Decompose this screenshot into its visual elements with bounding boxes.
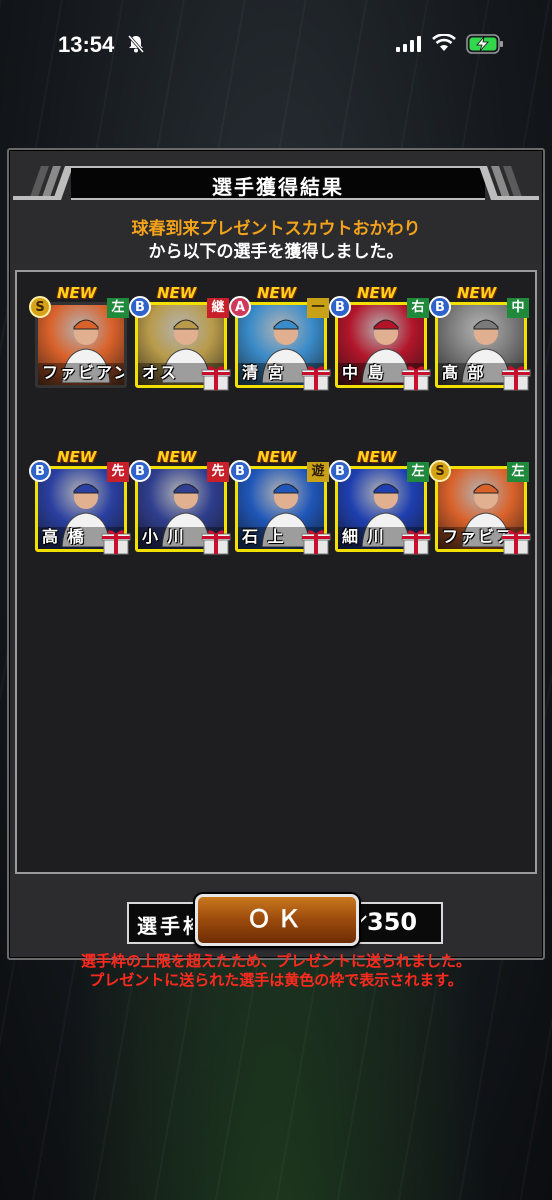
- scout-name: 球春到来プレゼントスカウトおかわり: [131, 219, 421, 239]
- player-name: 清 宮: [242, 363, 286, 382]
- player-card[interactable]: 髙 部 B 中 NEW: [429, 284, 531, 391]
- gift-icon: [201, 526, 231, 556]
- gift-icon: [301, 362, 331, 392]
- battery-charging-icon: [466, 34, 503, 54]
- new-label: NEW: [457, 284, 497, 302]
- new-label: NEW: [357, 448, 397, 466]
- result-message: から以下の選手を獲得しました。: [148, 242, 404, 262]
- player-card[interactable]: ファビア S 左: [429, 458, 531, 555]
- position-badge: 一: [307, 298, 329, 318]
- position-badge: 右: [407, 298, 429, 318]
- player-card[interactable]: 小 川 B 先 NEW: [129, 448, 231, 555]
- rank-badge: S: [429, 460, 451, 482]
- new-label: NEW: [157, 284, 197, 302]
- status-time: 13:54: [58, 32, 115, 57]
- player-card[interactable]: 高 橋 B 先 NEW: [29, 448, 131, 555]
- position-badge: 先: [107, 462, 129, 482]
- new-label: NEW: [57, 448, 97, 466]
- position-badge: 先: [207, 462, 229, 482]
- scout-result-dialog: 選手獲得結果 球春到来プレゼントスカウトおかわり から以下の選手を獲得しました。…: [7, 148, 545, 989]
- wifi-icon: [432, 34, 456, 51]
- player-card[interactable]: 細 川 B 左 NEW: [329, 448, 431, 555]
- rank-badge: A: [229, 296, 251, 318]
- position-badge: 左: [407, 462, 429, 482]
- rank-badge: B: [329, 460, 351, 482]
- title-decoration-right: [479, 166, 539, 200]
- player-name: 細 川: [342, 527, 386, 546]
- rank-badge: B: [129, 460, 151, 482]
- new-label: NEW: [57, 284, 97, 302]
- rank-badge: S: [29, 296, 51, 318]
- gift-icon: [501, 526, 531, 556]
- player-name: ファビアン: [42, 363, 127, 382]
- cellular-signal-icon: [396, 36, 421, 52]
- gift-icon: [301, 526, 331, 556]
- player-name: 小 川: [142, 527, 186, 546]
- gift-icon: [501, 362, 531, 392]
- player-card[interactable]: オス B 継 NEW: [129, 284, 231, 391]
- status-bar: 13:54: [0, 0, 552, 90]
- players-panel: ファビアン S 左 NEW オス B 継 NEW 清 宮 A 一 NEW 中 島…: [15, 270, 537, 989]
- title-bar: 選手獲得結果: [71, 166, 485, 200]
- silent-bell-icon: [127, 35, 145, 53]
- position-badge: 左: [107, 298, 129, 318]
- new-label: NEW: [157, 448, 197, 466]
- dialog-title: 選手獲得結果: [212, 175, 344, 199]
- position-badge: 遊: [307, 462, 329, 482]
- player-card[interactable]: 石 上 B 遊 NEW: [229, 448, 331, 555]
- player-name: 髙 部: [442, 363, 486, 382]
- warning-text-1: 選手枠の上限を超えたため、プレゼントに送られました。: [80, 952, 471, 970]
- rank-badge: B: [429, 296, 451, 318]
- slot-max: 350: [367, 908, 418, 936]
- player-name: 石 上: [242, 527, 286, 546]
- rank-badge: B: [329, 296, 351, 318]
- warning-text-2: プレゼントに送られた選手は黄色の枠で表示されます。: [89, 971, 463, 989]
- gift-icon: [401, 362, 431, 392]
- gift-icon: [101, 526, 131, 556]
- title-decoration-left: [13, 166, 73, 200]
- player-name: 中 島: [342, 363, 386, 382]
- new-label: NEW: [257, 284, 297, 302]
- player-card[interactable]: ファビアン S 左 NEW: [29, 284, 129, 390]
- position-badge: 継: [207, 298, 229, 318]
- new-label: NEW: [257, 448, 297, 466]
- gift-icon: [401, 526, 431, 556]
- player-card[interactable]: 中 島 B 右 NEW: [329, 284, 431, 391]
- rank-badge: B: [129, 296, 151, 318]
- rank-badge: B: [229, 460, 251, 482]
- position-badge: 中: [507, 298, 529, 318]
- rank-badge: B: [29, 460, 51, 482]
- player-name: オス: [142, 363, 179, 382]
- player-name: 高 橋: [42, 527, 86, 546]
- new-label: NEW: [357, 284, 397, 302]
- ok-button[interactable]: ＯＫ: [195, 894, 359, 946]
- gift-icon: [201, 362, 231, 392]
- player-card[interactable]: 清 宮 A 一 NEW: [229, 284, 331, 391]
- position-badge: 左: [507, 462, 529, 482]
